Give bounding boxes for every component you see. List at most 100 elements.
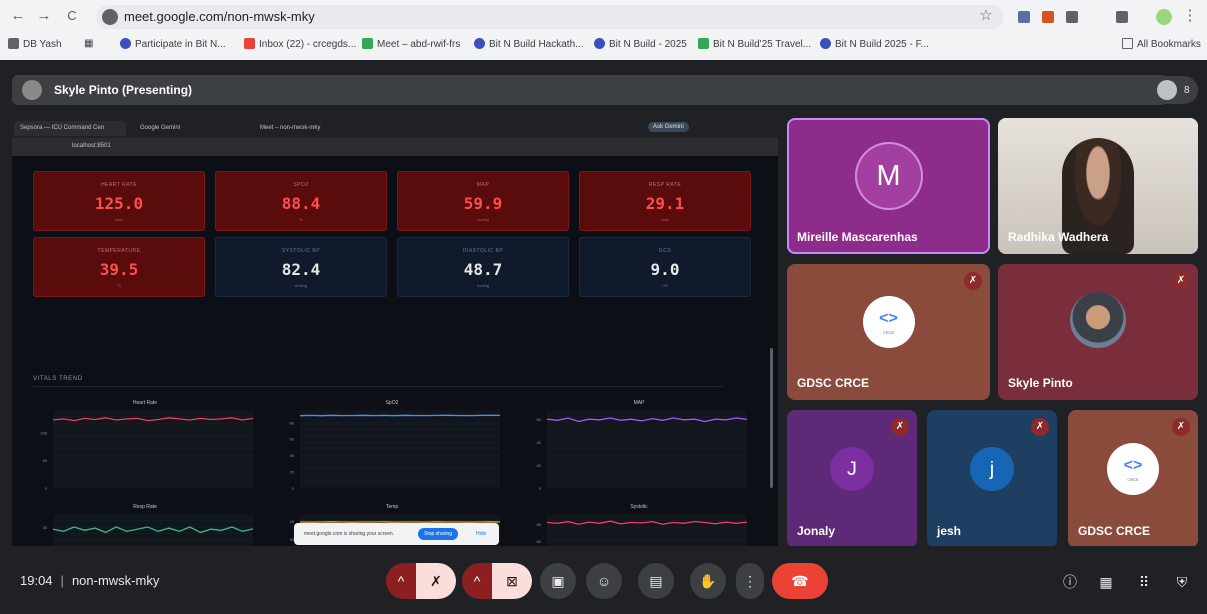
- participant-tile[interactable]: ✗ Skyle Pinto: [998, 264, 1198, 400]
- participant-tile[interactable]: j ✗ jesh: [927, 410, 1057, 548]
- y-tick-label: 30: [43, 525, 48, 530]
- hide-link: Hide: [476, 531, 487, 537]
- emoji-icon[interactable]: ☺: [586, 563, 622, 599]
- plot-area: [53, 514, 253, 548]
- bookmark-item[interactable]: Bit N Build Hackath...: [474, 38, 583, 50]
- participant-name: Mireille Mascarenhas: [797, 230, 918, 244]
- vital-card: DIASTOLIC BP 48.7 mmHg: [397, 237, 569, 297]
- forward-icon[interactable]: →: [34, 6, 54, 26]
- activities-icon[interactable]: ⠿: [1134, 572, 1154, 592]
- presenter-title: Skyle Pinto (Presenting): [54, 83, 193, 97]
- meeting-time: 19:04: [20, 573, 53, 588]
- extension-icon[interactable]: [1042, 11, 1054, 23]
- profile-avatar[interactable]: [1156, 9, 1172, 25]
- vital-card: HEART RATE 125.0 bpm: [33, 171, 205, 231]
- extensions-puzzle-icon[interactable]: [1066, 11, 1078, 23]
- address-bar[interactable]: meet.google.com/non-mwsk-mky: [96, 5, 1004, 29]
- y-tick-label: 40: [290, 519, 295, 524]
- vital-value: 29.1: [645, 194, 685, 213]
- bookmark-item[interactable]: DB Yash: [8, 38, 62, 50]
- back-icon[interactable]: ←: [8, 6, 28, 26]
- vital-unit: /min: [661, 217, 669, 222]
- people-count-chip[interactable]: 8: [1152, 76, 1198, 104]
- participant-avatar: J: [830, 447, 874, 491]
- vital-card: SYSTOLIC BP 82.4 mmHg: [215, 237, 387, 297]
- y-tick-label: 80: [537, 522, 542, 527]
- shared-tab: Sepsora — ICU Command Cen: [14, 121, 126, 136]
- reload-icon[interactable]: C: [62, 6, 82, 26]
- participant-tile[interactable]: Radhika Wadhera: [998, 118, 1198, 254]
- chart-svg: 3020100: [43, 514, 254, 548]
- participant-tile[interactable]: <> CRCE ✗ GDSC CRCE: [1068, 410, 1198, 548]
- gdsc-logo: <> CRCE: [862, 296, 915, 348]
- y-tick-label: 0: [539, 486, 542, 491]
- participant-tile[interactable]: J ✗ Jonaly: [787, 410, 917, 548]
- mic-off-icon[interactable]: ✗: [416, 563, 456, 599]
- apps-grid-icon[interactable]: ▦: [84, 38, 93, 49]
- participant-tile[interactable]: M Mireille Mascarenhas: [787, 118, 990, 254]
- vital-label: DIASTOLIC BP: [462, 248, 504, 254]
- extension-icon[interactable]: [1018, 11, 1030, 23]
- share-notice-text: meet.google.com is sharing your screen.: [304, 531, 395, 537]
- meet-control-bar: 19:04 | non-mwsk-mky ^ ✗ ^ ⊠ ▣ ☺ ▤ ✋ ⋮ ☎ ⓘ…: [0, 546, 1207, 614]
- muted-mic-icon: ✗: [1172, 418, 1190, 436]
- more-options-icon[interactable]: ⋮: [736, 563, 764, 599]
- vital-unit: /15: [662, 283, 668, 288]
- bookmark-item[interactable]: Participate in Bit N...: [120, 38, 226, 50]
- shared-tab: Meet – non-mwsk-mky: [260, 125, 321, 131]
- chart-svg: 80 60 40 20 0: [290, 410, 501, 491]
- y-tick-label: 60: [290, 437, 295, 442]
- host-controls-icon[interactable]: ⛨: [1172, 572, 1192, 592]
- present-screen-icon[interactable]: ▣: [540, 563, 576, 599]
- audio-options-chevron-icon[interactable]: ^: [386, 563, 416, 599]
- trend-chart: Systolic806040200: [527, 504, 751, 548]
- bookmark-item[interactable]: Bit N Build 2025 - F...: [820, 38, 929, 50]
- browser-menu-icon[interactable]: ⋮: [1180, 6, 1200, 26]
- url-text[interactable]: meet.google.com/non-mwsk-mky: [124, 9, 315, 24]
- raise-hand-icon[interactable]: ✋: [690, 563, 726, 599]
- vital-label: MAP: [476, 182, 490, 188]
- vital-unit: mmHg: [477, 217, 489, 222]
- participant-name: GDSC CRCE: [1078, 524, 1151, 538]
- shared-url-text: localhost:8501: [72, 143, 111, 149]
- vital-label: SYSTOLIC BP: [281, 248, 321, 254]
- vital-card: TEMPERATURE 39.5 °C: [33, 237, 205, 297]
- shared-scrollbar: [770, 348, 773, 488]
- vital-unit: bpm: [115, 217, 123, 222]
- meeting-info: 19:04 | non-mwsk-mky: [20, 573, 160, 588]
- bookmark-star-icon[interactable]: ☆: [976, 6, 996, 26]
- presenter-bar: Skyle Pinto (Presenting): [12, 75, 1167, 105]
- plot-area: [547, 514, 747, 548]
- y-tick-label: 60: [537, 539, 542, 544]
- y-tick-label: 100: [40, 430, 47, 435]
- chart-svg: 60 40 20 0: [537, 410, 748, 491]
- bookmark-item[interactable]: Bit N Build'25 Travel...: [698, 38, 811, 50]
- ask-gemini-button: Ask Gemini: [648, 122, 689, 132]
- bookmark-item[interactable]: Inbox (22) - crcegds...: [244, 38, 356, 50]
- participant-tile[interactable]: <> CRCE ✗ GDSC CRCE: [787, 264, 990, 400]
- camera-off-icon[interactable]: ⊠: [492, 563, 532, 599]
- video-options-chevron-icon[interactable]: ^: [462, 563, 492, 599]
- end-call-icon[interactable]: ☎: [772, 563, 828, 599]
- trend-chart: Resp Rate3020100: [33, 504, 257, 548]
- all-bookmarks-folder[interactable]: All Bookmarks: [1122, 38, 1201, 50]
- vital-card: RESP RATE 29.1/min: [579, 171, 751, 231]
- bookmarks-bar: DB Yash ▦ Participate in Bit N... Inbox …: [0, 35, 1207, 55]
- meeting-details-icon[interactable]: ⓘ: [1060, 572, 1080, 592]
- y-tick-label: 80: [290, 420, 295, 425]
- vital-unit: mmHg: [295, 283, 307, 288]
- vital-label: TEMPERATURE: [97, 248, 141, 254]
- bookmark-item[interactable]: Bit N Build - 2025: [594, 38, 687, 50]
- meeting-code[interactable]: non-mwsk-mky: [72, 573, 159, 588]
- vital-card: SPO2 88.4%: [215, 171, 387, 231]
- captions-icon[interactable]: ▤: [638, 563, 674, 599]
- bookmark-item[interactable]: Meet – abd-rwif-frs: [362, 38, 460, 50]
- chat-icon[interactable]: ▦: [1096, 572, 1116, 592]
- site-info-icon[interactable]: [102, 9, 118, 25]
- vital-value: 59.9: [463, 194, 503, 213]
- vital-label: SPO2: [293, 182, 309, 188]
- vital-unit: mmHg: [477, 283, 489, 288]
- reading-mode-icon[interactable]: [1116, 11, 1128, 23]
- vital-value: 125.0: [94, 194, 144, 213]
- y-tick-label: 0: [45, 486, 48, 491]
